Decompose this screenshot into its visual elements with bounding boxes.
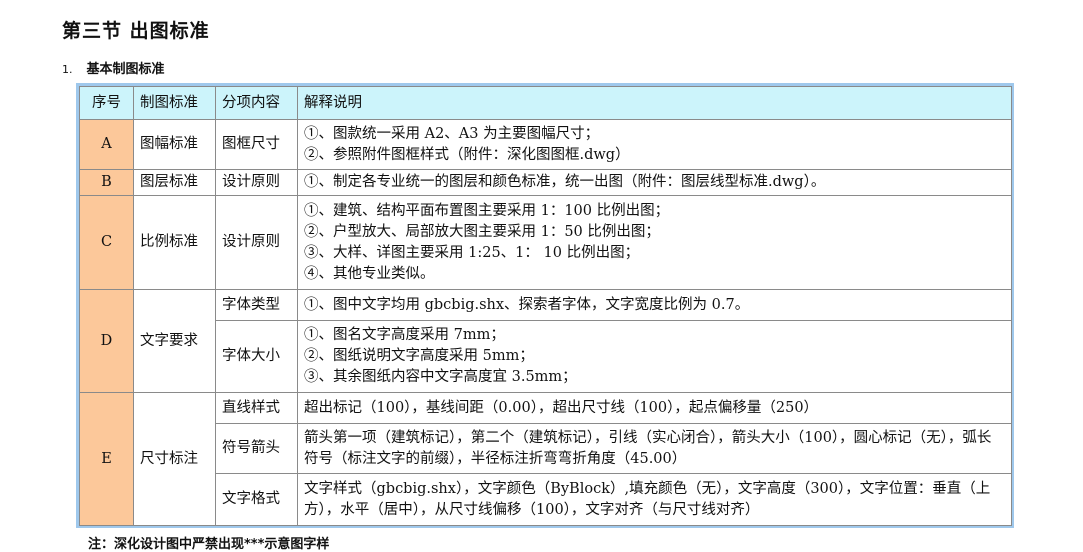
row-item: 设计原则 <box>215 169 298 196</box>
standards-table-frame: 序号 制图标准 分项内容 解释说明 A 图幅标准 图框尺寸 ①、图款统一采用 A… <box>76 83 1014 528</box>
header-index: 序号 <box>79 86 134 120</box>
row-description: 超出标记（100），基线间距（0.00），超出尺寸线（100），起点偏移量（25… <box>297 392 1012 424</box>
table-row: C 比例标准 设计原则 ①、建筑、结构平面布置图主要采用 1：100 比例出图；… <box>79 195 1012 290</box>
row-description: ①、图中文字均用 gbcbig.shx、探索者字体，文字宽度比例为 0.7。 <box>297 289 1012 321</box>
row-item: 字体大小 <box>215 320 298 393</box>
row-letter: E <box>79 392 134 526</box>
table-row: 字体大小 ①、图名文字高度采用 7mm； ②、图纸说明文字高度采用 5mm； ③… <box>80 320 1012 393</box>
row-description: ①、制定各专业统一的图层和颜色标准，统一出图（附件：图层线型标准.dwg）。 <box>297 169 1012 196</box>
description-line: ①、图款统一采用 A2、A3 为主要图幅尺寸； <box>304 125 600 142</box>
subheading-number: 1. <box>62 63 73 76</box>
description-line: ①、制定各专业统一的图层和颜色标准，统一出图（附件：图层线型标准.dwg）。 <box>304 174 826 190</box>
row-letter: A <box>79 119 134 170</box>
row-description: ①、图名文字高度采用 7mm； ②、图纸说明文字高度采用 5mm； ③、其余图纸… <box>297 320 1012 393</box>
row-item: 文字格式 <box>215 473 298 526</box>
description-line: ①、图中文字均用 gbcbig.shx、探索者字体，文字宽度比例为 0.7。 <box>304 296 750 313</box>
table-row: D 文字要求 字体类型 ①、图中文字均用 gbcbig.shx、探索者字体，文字… <box>79 289 1012 393</box>
row-item: 图框尺寸 <box>215 119 298 170</box>
table-row: 符号箭头 箭头第一项（建筑标记），第二个（建筑标记），引线（实心闭合），箭头大小… <box>80 423 1012 474</box>
header-standard: 制图标准 <box>133 86 216 120</box>
row-description: ①、图款统一采用 A2、A3 为主要图幅尺寸； ②、参照附件图框样式（附件：深化… <box>297 119 1012 170</box>
table-row: 文字格式 文字样式（gbcbig.shx），文字颜色（ByBlock）,填充颜色… <box>80 473 1012 526</box>
row-standard: 文字要求 <box>133 289 216 393</box>
description-line: ③、大样、详图主要采用 1:25、1： 10 比例出图； <box>304 244 640 261</box>
row-description: ①、建筑、结构平面布置图主要采用 1：100 比例出图； ②、户型放大、局部放大… <box>297 195 1012 290</box>
section-title: 第三节 出图标准 <box>62 20 210 42</box>
description-line: ④、其他专业类似。 <box>304 265 435 282</box>
description-line: ①、建筑、结构平面布置图主要采用 1：100 比例出图； <box>304 202 670 219</box>
description-line: ②、参照附件图框样式（附件：深化图图框.dwg） <box>304 146 630 163</box>
row-letter: C <box>79 195 134 290</box>
header-description: 解释说明 <box>297 86 1012 120</box>
row-standard: 图层标准 <box>133 169 216 196</box>
table-row: E 尺寸标注 直线样式 超出标记（100），基线间距（0.00），超出尺寸线（1… <box>79 392 1012 526</box>
description-line: ①、图名文字高度采用 7mm； <box>304 327 505 343</box>
description-line: ②、图纸说明文字高度采用 5mm； <box>304 348 534 364</box>
row-item: 字体类型 <box>215 289 298 321</box>
row-letter: D <box>79 289 134 393</box>
row-letter: B <box>79 169 134 196</box>
row-item: 直线样式 <box>215 392 298 424</box>
row-standard: 图幅标准 <box>133 119 216 170</box>
table-row: A 图幅标准 图框尺寸 ①、图款统一采用 A2、A3 为主要图幅尺寸； ②、参照… <box>79 119 1012 170</box>
standards-table: 序号 制图标准 分项内容 解释说明 A 图幅标准 图框尺寸 ①、图款统一采用 A… <box>79 86 1012 526</box>
row-item: 设计原则 <box>215 195 298 290</box>
row-standard: 比例标准 <box>133 195 216 290</box>
header-item: 分项内容 <box>215 86 298 120</box>
row-description: 文字样式（gbcbig.shx），文字颜色（ByBlock）,填充颜色（无），文… <box>297 473 1012 526</box>
description-line: ②、户型放大、局部放大图主要采用 1：50 比例出图； <box>304 223 660 240</box>
table-row: B 图层标准 设计原则 ①、制定各专业统一的图层和颜色标准，统一出图（附件：图层… <box>79 169 1012 196</box>
table-header-row: 序号 制图标准 分项内容 解释说明 <box>79 86 1012 120</box>
row-description: 箭头第一项（建筑标记），第二个（建筑标记），引线（实心闭合），箭头大小（100）… <box>297 423 1012 474</box>
description-line: ③、其余图纸内容中文字高度宜 3.5mm； <box>304 369 577 385</box>
row-item: 符号箭头 <box>215 423 298 474</box>
row-standard: 尺寸标注 <box>133 392 216 526</box>
subheading-text: 基本制图标准 <box>86 62 165 77</box>
subheading: 1. 基本制图标准 <box>62 58 165 77</box>
